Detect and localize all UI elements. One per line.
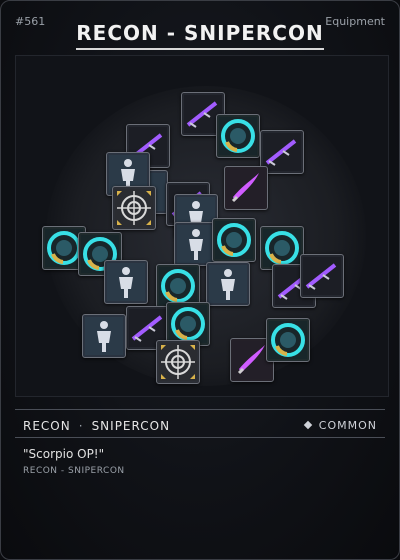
operator-tile [104, 260, 148, 304]
operator-icon [105, 261, 147, 307]
sensor-tile [216, 114, 260, 158]
flavor-quote: "Scorpio OP!" [23, 447, 105, 461]
blade-icon [225, 167, 267, 213]
crosshair-tile [156, 340, 200, 384]
crosshair-icon [157, 341, 199, 387]
blade-tile [224, 166, 268, 210]
rifle-tile [300, 254, 344, 298]
sensor-tile [266, 318, 310, 362]
loadout-name: RECON · SNIPERCON [23, 419, 170, 433]
operator-icon [83, 315, 125, 361]
name-separator: · [78, 419, 84, 433]
diamond-icon [303, 420, 313, 430]
loadout-label: SNIPERCON [91, 419, 171, 433]
sensor-icon [213, 219, 255, 265]
card-title-text: RECON - SNIPERCON [76, 21, 324, 50]
card-subtitle: RECON - SNIPERCON [23, 466, 125, 476]
sensor-icon [267, 319, 309, 365]
card-artwork [15, 55, 389, 397]
rarity-badge: COMMON [303, 419, 377, 432]
equipment-card: #561 Equipment RECON - SNIPERCON RECON · S… [0, 0, 400, 560]
operator-icon [207, 263, 249, 309]
divider-top [15, 409, 385, 410]
operator-tile [82, 314, 126, 358]
sensor-tile [212, 218, 256, 262]
operator-tile [206, 262, 250, 306]
crosshair-icon [113, 187, 155, 233]
crosshair-tile [112, 186, 156, 230]
divider-bottom [15, 437, 385, 438]
rifle-icon [301, 255, 343, 301]
class-label: RECON [23, 419, 71, 433]
sensor-icon [217, 115, 259, 161]
rarity-label: COMMON [318, 419, 377, 432]
card-title: RECON - SNIPERCON [1, 21, 399, 50]
